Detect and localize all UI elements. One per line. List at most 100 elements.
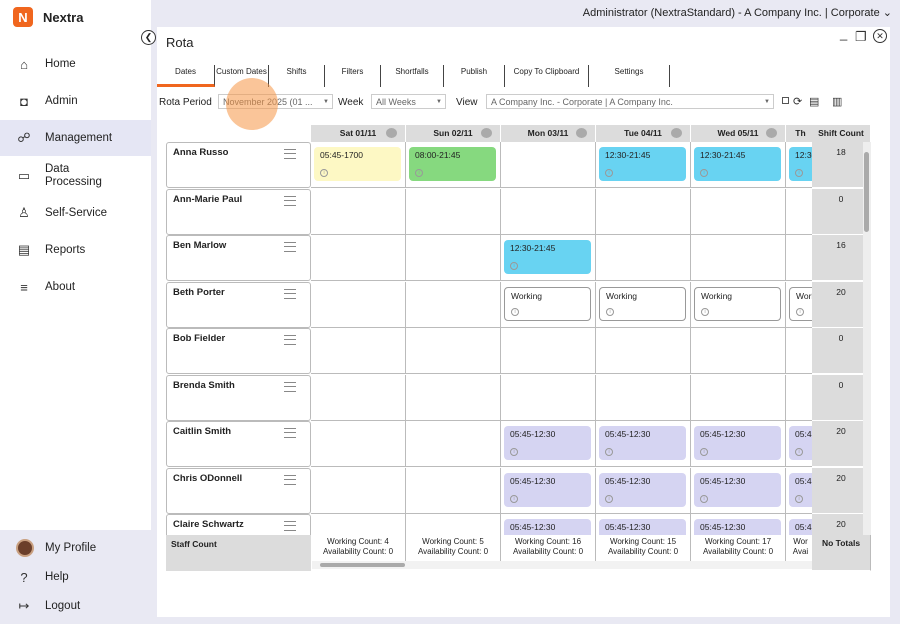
day-cell[interactable] <box>596 188 691 235</box>
day-cell[interactable]: Working i <box>596 281 691 328</box>
shift-block[interactable]: 05:45-12:30 i <box>694 426 781 460</box>
user-context-menu[interactable]: Administrator (NextraStandard) - A Compa… <box>583 6 892 19</box>
brand[interactable]: N Nextra <box>13 7 83 27</box>
shift-block[interactable]: 08:00-21:45 i <box>409 147 496 181</box>
minimize-icon[interactable]: _ <box>840 26 847 41</box>
info-icon[interactable]: i <box>700 448 708 456</box>
info-icon[interactable]: i <box>605 494 613 503</box>
shift-block[interactable]: 05:45-12:30 i <box>599 426 686 460</box>
sidebar-item-logout[interactable]: ↦ Logout <box>0 588 151 624</box>
day-cell[interactable]: 05:45-12:30 i <box>691 421 786 467</box>
info-icon[interactable]: i <box>605 448 613 456</box>
info-icon[interactable]: i <box>510 448 518 456</box>
day-cell[interactable] <box>406 467 501 514</box>
sidebar-item-self-service[interactable]: ♙ Self-Service <box>0 195 151 231</box>
restore-icon[interactable]: ❐ <box>855 29 867 45</box>
collapse-sidebar-button[interactable]: ❮ <box>141 30 156 45</box>
shift-block[interactable]: 05:45-12:30 i <box>599 472 686 507</box>
scroll-thumb[interactable] <box>320 563 405 567</box>
info-icon[interactable]: i <box>796 307 804 316</box>
vertical-scrollbar[interactable] <box>863 142 871 535</box>
scroll-thumb[interactable] <box>864 152 869 232</box>
day-cell[interactable] <box>311 467 406 514</box>
info-icon[interactable]: i <box>415 169 423 177</box>
employee-name-cell[interactable]: Caitlin Smith <box>166 421 311 467</box>
day-cell[interactable] <box>691 374 786 421</box>
day-cell[interactable] <box>406 235 501 281</box>
shift-block[interactable]: Working i <box>504 286 591 321</box>
day-cell[interactable] <box>691 188 786 235</box>
shift-block[interactable]: 12:30-21:45 i <box>599 147 686 181</box>
day-cell[interactable]: 12:30-21:45 i <box>691 142 786 188</box>
employee-name-cell[interactable]: Beth Porter <box>166 281 311 328</box>
sidebar-item-data-processing[interactable]: ▭ Data Processing <box>0 158 151 194</box>
shift-block[interactable]: 12:30-21:45 i <box>694 147 781 181</box>
pdf-export-icon[interactable]: ▥ <box>832 95 842 108</box>
day-cell[interactable] <box>406 421 501 467</box>
employee-name-cell[interactable]: Bob Fielder <box>166 328 311 374</box>
select-checkbox[interactable] <box>782 97 789 104</box>
shift-block[interactable]: 05:45-12:30 i <box>504 426 591 460</box>
tab-filters[interactable]: Filters <box>325 65 381 87</box>
shift-block[interactable]: 05:45-12:30 i <box>694 472 781 507</box>
day-cell[interactable] <box>311 328 406 374</box>
info-icon[interactable]: i <box>701 307 709 316</box>
drag-handle-icon[interactable] <box>284 242 296 252</box>
day-cell[interactable]: Working i <box>691 281 786 328</box>
shift-block[interactable]: 05:45-1700 i <box>314 147 401 181</box>
info-icon[interactable]: i <box>606 307 614 316</box>
info-icon[interactable]: i <box>511 307 519 316</box>
info-icon[interactable]: i <box>795 494 803 503</box>
day-cell[interactable] <box>311 421 406 467</box>
info-icon[interactable]: i <box>320 169 328 177</box>
toggle-icon[interactable] <box>481 128 492 138</box>
drag-handle-icon[interactable] <box>284 195 296 206</box>
info-icon[interactable]: i <box>510 494 518 503</box>
day-cell[interactable]: 05:45-12:30 i <box>691 467 786 514</box>
tab-copy-to-clipboard[interactable]: Copy To Clipboard <box>505 65 589 87</box>
day-cell[interactable] <box>406 281 501 328</box>
day-cell[interactable]: 05:45-12:30 i <box>501 467 596 514</box>
info-icon[interactable]: i <box>795 448 803 456</box>
drag-handle-icon[interactable] <box>284 521 296 531</box>
employee-name-cell[interactable]: Ann-Marie Paul <box>166 188 311 235</box>
toggle-icon[interactable] <box>671 128 682 138</box>
day-cell[interactable] <box>406 328 501 374</box>
tab-shortfalls[interactable]: Shortfalls <box>381 65 444 87</box>
day-cell[interactable] <box>501 188 596 235</box>
day-cell[interactable]: 05:45-12:30 i <box>596 467 691 514</box>
day-cell[interactable]: 12:30-21:45 i <box>596 142 691 188</box>
day-cell[interactable]: Working i <box>501 281 596 328</box>
sidebar-item-reports[interactable]: ▤ Reports <box>0 232 151 268</box>
day-cell[interactable]: 05:45-12:30 i <box>501 421 596 467</box>
day-cell[interactable] <box>311 188 406 235</box>
day-cell[interactable] <box>596 328 691 374</box>
toggle-icon[interactable] <box>766 128 777 138</box>
week-select[interactable]: All Weeks ▼ <box>371 94 446 109</box>
view-select[interactable]: A Company Inc. - Corporate | A Company I… <box>486 94 774 109</box>
refresh-icon[interactable]: ⟳ <box>793 95 802 108</box>
day-cell[interactable] <box>691 328 786 374</box>
sidebar-item-home[interactable]: ⌂ Home <box>0 46 151 82</box>
close-icon[interactable]: ✕ <box>873 29 887 43</box>
info-icon[interactable]: i <box>510 262 518 270</box>
shift-block[interactable]: Working i <box>599 286 686 321</box>
tab-publish[interactable]: Publish <box>444 65 505 87</box>
tab-shifts[interactable]: Shifts <box>269 65 325 87</box>
excel-export-icon[interactable]: ▤ <box>809 95 819 108</box>
day-cell[interactable] <box>596 374 691 421</box>
day-cell[interactable] <box>406 188 501 235</box>
drag-handle-icon[interactable] <box>284 149 296 159</box>
info-icon[interactable]: i <box>795 169 803 177</box>
sidebar-item-admin[interactable]: ◘ Admin <box>0 83 151 119</box>
employee-name-cell[interactable]: Chris ODonnell <box>166 467 311 514</box>
drag-handle-icon[interactable] <box>284 474 296 485</box>
sidebar-item-about[interactable]: ≡ About <box>0 269 151 305</box>
shift-block[interactable]: Working i <box>694 286 781 321</box>
employee-name-cell[interactable]: Brenda Smith <box>166 374 311 421</box>
info-icon[interactable]: i <box>700 169 708 177</box>
drag-handle-icon[interactable] <box>284 381 296 392</box>
toggle-icon[interactable] <box>386 128 397 138</box>
day-cell[interactable] <box>596 235 691 281</box>
day-cell[interactable]: 05:45-1700 i <box>311 142 406 188</box>
